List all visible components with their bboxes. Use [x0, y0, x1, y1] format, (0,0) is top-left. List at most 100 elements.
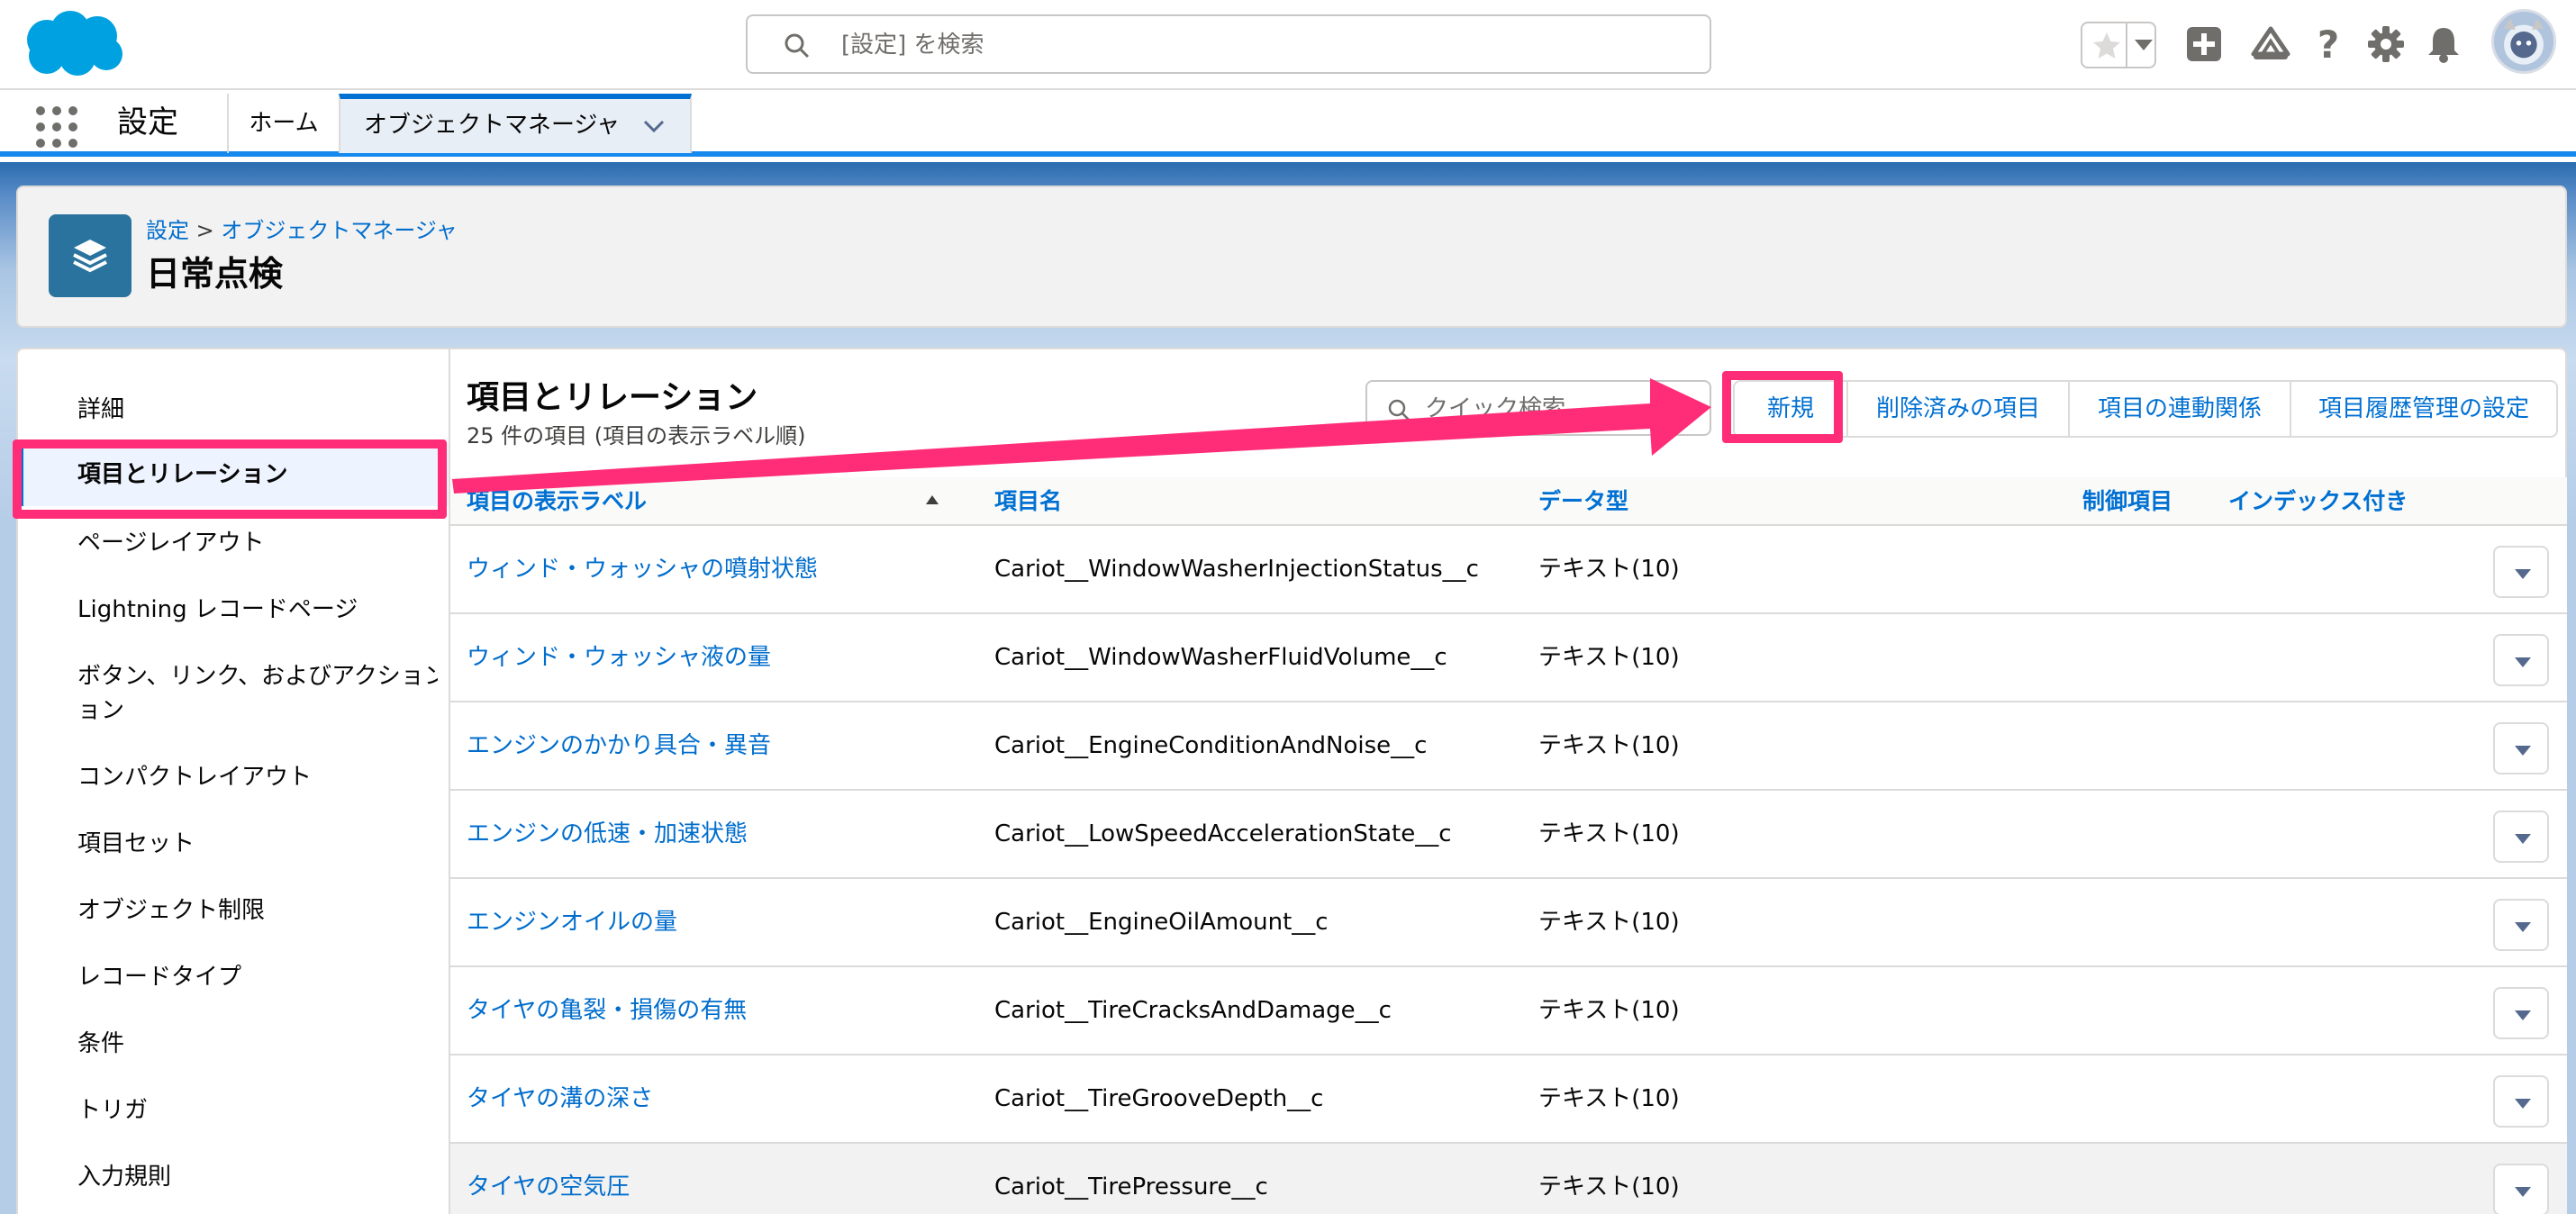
- tab-home[interactable]: ホーム: [227, 94, 339, 153]
- sidebar-item-triggers[interactable]: トリガ: [77, 1093, 148, 1128]
- quick-find-placeholder: クイック検索: [1425, 395, 1566, 422]
- favorites-star-icon: [2093, 32, 2120, 59]
- field-api-name: Cariot__EngineConditionAndNoise__c: [994, 732, 1428, 759]
- field-api-name: Cariot__WindowWasherInjectionStatus__c: [994, 556, 1479, 583]
- column-field-label[interactable]: 項目の表示ラベル: [467, 486, 647, 517]
- table-row: エンジンオイルの量 Cariot__EngineOilAmount__c テキス…: [450, 879, 2567, 967]
- chevron-down-icon[interactable]: [2135, 40, 2153, 50]
- app-launcher-icon[interactable]: [36, 106, 77, 148]
- fields-content: 項目とリレーション 25 件の項目 (項目の表示ラベル順) クイック検索 新規 …: [450, 349, 2567, 1214]
- page-header: 設定 > オブジェクトマネージャ 日常点検: [16, 186, 2567, 328]
- field-api-name: Cariot__WindowWasherFluidVolume__c: [994, 644, 1447, 671]
- field-data-type: テキスト(10): [1538, 1173, 1680, 1200]
- row-actions-dropdown[interactable]: [2493, 634, 2549, 686]
- table-row: タイヤの亀裂・損傷の有無 Cariot__TireCracksAndDamage…: [450, 967, 2567, 1055]
- sidebar-item-compact-layouts[interactable]: コンパクトレイアウト: [77, 760, 312, 794]
- column-indexed[interactable]: インデックス付き: [2228, 486, 2408, 517]
- row-actions-dropdown[interactable]: [2493, 546, 2549, 598]
- action-button-group: 新規 削除済みの項目 項目の連動関係 項目履歴管理の設定: [1733, 380, 2558, 438]
- field-data-type: テキスト(10): [1538, 820, 1680, 847]
- salesforce-logo[interactable]: [20, 9, 130, 81]
- add-icon[interactable]: [2183, 23, 2225, 65]
- page-title: 日常点検: [146, 254, 284, 294]
- sort-ascending-icon[interactable]: [926, 495, 939, 504]
- sidebar-item-lightning-record-pages[interactable]: Lightning レコードページ: [77, 593, 358, 627]
- column-controlling-field[interactable]: 制御項目: [2082, 486, 2172, 517]
- field-label-link[interactable]: ウィンド・ウォッシャの噴射状態: [467, 553, 818, 585]
- section-title: 項目とリレーション: [467, 379, 758, 416]
- table-row: タイヤの溝の深さ Cariot__TireGrooveDepth__c テキスト…: [450, 1055, 2567, 1144]
- sidebar-item-conditions[interactable]: 条件: [77, 1027, 124, 1061]
- gear-icon[interactable]: [2365, 23, 2407, 65]
- field-label-link[interactable]: タイヤの亀裂・損傷の有無: [467, 994, 747, 1027]
- row-actions-dropdown[interactable]: [2493, 1164, 2549, 1214]
- deleted-fields-button[interactable]: 削除済みの項目: [1846, 382, 2068, 436]
- field-data-type: テキスト(10): [1538, 556, 1680, 583]
- column-data-type[interactable]: データ型: [1538, 486, 1628, 517]
- sidebar-item-record-types[interactable]: レコードタイプ: [77, 960, 241, 994]
- app-name: 設定: [117, 104, 178, 140]
- table-row: エンジンのかかり具合・異音 Cariot__EngineConditionAnd…: [450, 702, 2567, 791]
- field-dependencies-button[interactable]: 項目の連動関係: [2068, 382, 2290, 436]
- field-label-link[interactable]: タイヤの空気圧: [467, 1171, 630, 1203]
- breadcrumb-separator: >: [195, 218, 214, 243]
- object-icon: [49, 214, 132, 297]
- chevron-down-icon[interactable]: [641, 113, 667, 139]
- quick-find-input[interactable]: クイック検索: [1365, 380, 1711, 436]
- annotation-highlight-new-button: [1722, 371, 1843, 443]
- sidebar-item-details[interactable]: 詳細: [77, 393, 124, 427]
- search-placeholder: [設定] を検索: [841, 32, 984, 59]
- sidebar-item-buttons-links-actions[interactable]: ボタン、リンク、およびアクション: [77, 659, 438, 693]
- field-data-type: テキスト(10): [1538, 644, 1680, 671]
- row-actions-dropdown[interactable]: [2493, 722, 2549, 775]
- annotation-highlight-sidebar: [13, 439, 447, 519]
- table-row: ウィンド・ウォッシャの噴射状態 Cariot__WindowWasherInje…: [450, 526, 2567, 614]
- field-api-name: Cariot__TireCracksAndDamage__c: [994, 997, 1392, 1024]
- field-api-name: Cariot__TirePressure__c: [994, 1173, 1268, 1200]
- svg-text:?: ?: [2317, 23, 2339, 65]
- bell-icon[interactable]: [2423, 23, 2464, 65]
- table-row: タイヤの空気圧 Cariot__TirePressure__c テキスト(10): [450, 1144, 2567, 1214]
- field-api-name: Cariot__EngineOilAmount__c: [994, 909, 1329, 936]
- table-row: エンジンの低速・加速状態 Cariot__LowSpeedAcceleratio…: [450, 791, 2567, 879]
- sidebar-item-object-limits[interactable]: オブジェクト制限: [77, 893, 265, 928]
- row-actions-dropdown[interactable]: [2493, 1075, 2549, 1128]
- field-label-link[interactable]: エンジンオイルの量: [467, 906, 677, 938]
- field-data-type: テキスト(10): [1538, 1085, 1680, 1112]
- sidebar-item-page-layouts[interactable]: ページレイアウト: [77, 526, 264, 560]
- sidebar-item-validation-rules[interactable]: 入力規則: [77, 1160, 171, 1194]
- field-label-link[interactable]: エンジンのかかり具合・異音: [467, 729, 771, 762]
- search-icon: [1388, 399, 1410, 421]
- breadcrumb-object-manager-link[interactable]: オブジェクトマネージャ: [221, 218, 457, 243]
- field-data-type: テキスト(10): [1538, 732, 1680, 759]
- field-label-link[interactable]: エンジンの低速・加速状態: [467, 818, 748, 850]
- breadcrumb: 設定 > オブジェクトマネージャ: [146, 216, 458, 245]
- field-api-name: Cariot__TireGrooveDepth__c: [994, 1085, 1324, 1112]
- section-subtitle: 25 件の項目 (項目の表示ラベル順): [467, 423, 806, 448]
- field-api-name: Cariot__LowSpeedAccelerationState__c: [994, 820, 1452, 847]
- user-avatar[interactable]: [2491, 9, 2556, 74]
- table-row: ウィンド・ウォッシャ液の量 Cariot__WindowWasherFluidV…: [450, 614, 2567, 702]
- row-actions-dropdown[interactable]: [2493, 811, 2549, 863]
- breadcrumb-setup-link[interactable]: 設定: [146, 218, 189, 243]
- column-field-name[interactable]: 項目名: [994, 486, 1062, 517]
- layers-icon: [73, 240, 107, 273]
- row-actions-dropdown[interactable]: [2493, 899, 2549, 951]
- row-actions-dropdown[interactable]: [2493, 987, 2549, 1039]
- global-header: [設定] を検索 ?: [0, 0, 2576, 90]
- tab-object-manager-label: オブジェクトマネージャ: [364, 112, 621, 139]
- astro-avatar-icon: [2504, 18, 2544, 65]
- sidebar-item-buttons-links-actions-line2[interactable]: ョン: [77, 693, 124, 728]
- tab-object-manager[interactable]: オブジェクトマネージャ: [339, 94, 692, 153]
- field-label-link[interactable]: ウィンド・ウォッシャ液の量: [467, 641, 771, 674]
- favorites-button[interactable]: [2081, 22, 2156, 68]
- table-header: 項目の表示ラベル 項目名 データ型 制御項目 インデックス付き: [450, 477, 2567, 526]
- trailhead-icon[interactable]: [2250, 23, 2291, 65]
- field-data-type: テキスト(10): [1538, 997, 1680, 1024]
- help-icon[interactable]: ?: [2308, 23, 2349, 65]
- context-bar: 設定 ホーム オブジェクトマネージャ: [0, 90, 2576, 157]
- field-history-tracking-button[interactable]: 項目履歴管理の設定: [2290, 382, 2556, 436]
- field-label-link[interactable]: タイヤの溝の深さ: [467, 1083, 653, 1115]
- sidebar-item-field-sets[interactable]: 項目セット: [77, 827, 195, 861]
- global-search-input[interactable]: [設定] を検索: [746, 14, 1711, 74]
